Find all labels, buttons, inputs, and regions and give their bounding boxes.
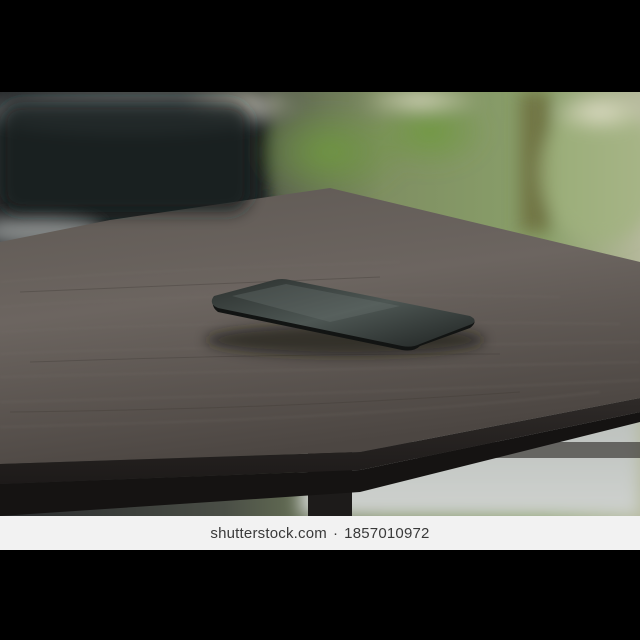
image-frame: shutterstock.com · 1857010972 <box>0 0 640 640</box>
watermark-separator: · <box>332 524 339 542</box>
bottom-letterbox <box>0 550 640 640</box>
watermark-bar: shutterstock.com · 1857010972 <box>0 516 640 550</box>
photo <box>0 92 640 516</box>
top-letterbox <box>0 0 640 92</box>
photo-illustration <box>0 92 640 516</box>
watermark-site: shutterstock.com <box>210 524 327 542</box>
watermark-image-id: 1857010972 <box>344 524 430 542</box>
